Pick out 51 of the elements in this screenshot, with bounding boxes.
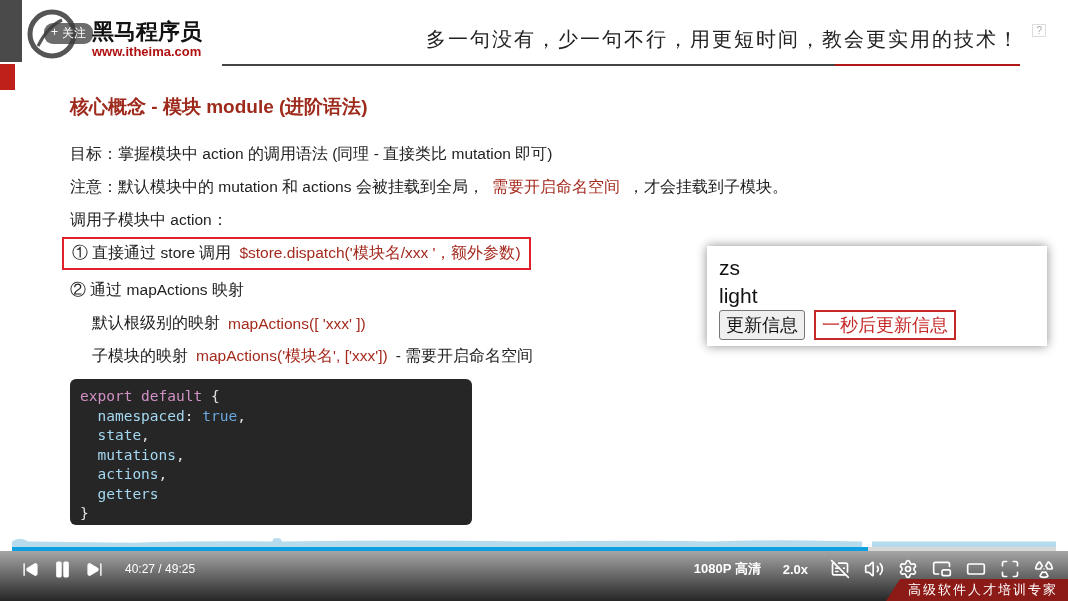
slide-text: ② 通过 mapActions 映射 xyxy=(70,280,244,300)
code-snippet: 需要开启命名空间 xyxy=(491,177,620,197)
slide-text: ① 直接通过 store 调用 xyxy=(72,243,232,263)
picture-in-picture-icon[interactable] xyxy=(932,559,952,579)
code-token: : xyxy=(184,407,195,424)
code-token: } xyxy=(80,505,89,521)
slide-text: 注意：默认模块中的 mutation 和 actions 会被挂载到全局， xyxy=(70,177,484,197)
side-accent-bar xyxy=(0,0,22,62)
progress-track[interactable] xyxy=(12,547,1056,551)
slide-text: 目标：掌握模块中 action 的调用语法 (同理 - 直接类比 mutation 即可) xyxy=(70,144,553,164)
previous-button[interactable] xyxy=(22,560,39,578)
pause-button[interactable] xyxy=(53,559,72,579)
code-snippet: $store.dispatch('模块名/xxx '，额外参数) xyxy=(239,243,521,263)
settings-icon[interactable] xyxy=(898,559,918,579)
demo-text: zs xyxy=(719,255,741,281)
demo-text: light xyxy=(719,283,759,309)
code-token: mutations xyxy=(96,446,177,463)
logo-url: www.itheima.com xyxy=(92,44,202,59)
code-snippet: mapActions('模块名', ['xxx']) xyxy=(196,346,388,366)
code-token: , xyxy=(141,427,150,443)
code-token: export default xyxy=(80,388,203,404)
follow-button[interactable]: + 关注 xyxy=(44,23,93,44)
logo-name: 黑马程序员 xyxy=(92,20,202,44)
slide-text: ，才会挂载到子模块。 xyxy=(627,177,788,197)
code-token: state xyxy=(96,427,142,443)
fullscreen-icon[interactable] xyxy=(1000,559,1020,579)
slide-title: 核心概念 - 模块 module (进阶语法) xyxy=(70,95,369,119)
code-token: namespaced xyxy=(96,407,185,424)
speed-button[interactable]: 2.0x xyxy=(782,561,808,577)
code-snippet: mapActions([ 'xxx' ]) xyxy=(228,314,366,333)
slide-text: 子模块的映射 xyxy=(92,346,188,366)
slide-text: 调用子模块中 action： xyxy=(70,210,228,230)
code-token: { xyxy=(209,388,220,404)
quality-button[interactable]: 1080P 高清 xyxy=(693,560,761,578)
code-token: true xyxy=(202,407,238,424)
slide-text: - 需要开启命名空间 xyxy=(395,346,534,366)
next-button[interactable] xyxy=(86,560,103,578)
code-token: getters xyxy=(96,485,159,502)
slogan: 多一句没有，少一句不行，用更短时间，教会更实用的技术！ xyxy=(426,26,1020,52)
subtitle-off-icon[interactable] xyxy=(830,559,850,579)
code-token: actions xyxy=(96,466,159,482)
slide-footer: 高级软件人才培训专家 xyxy=(886,579,1068,601)
code-token: , xyxy=(176,446,185,463)
code-token: , xyxy=(237,407,246,424)
slide-text: 默认根级别的映射 xyxy=(92,313,220,333)
demo-button[interactable]: 更新信息 xyxy=(719,310,805,340)
volume-icon[interactable] xyxy=(864,559,884,579)
playback-time: 40:27 / 49:25 xyxy=(125,562,196,576)
demo-button[interactable]: 一秒后更新信息 xyxy=(814,310,956,340)
code-token: , xyxy=(158,466,168,482)
radiation-icon[interactable] xyxy=(1034,559,1054,579)
